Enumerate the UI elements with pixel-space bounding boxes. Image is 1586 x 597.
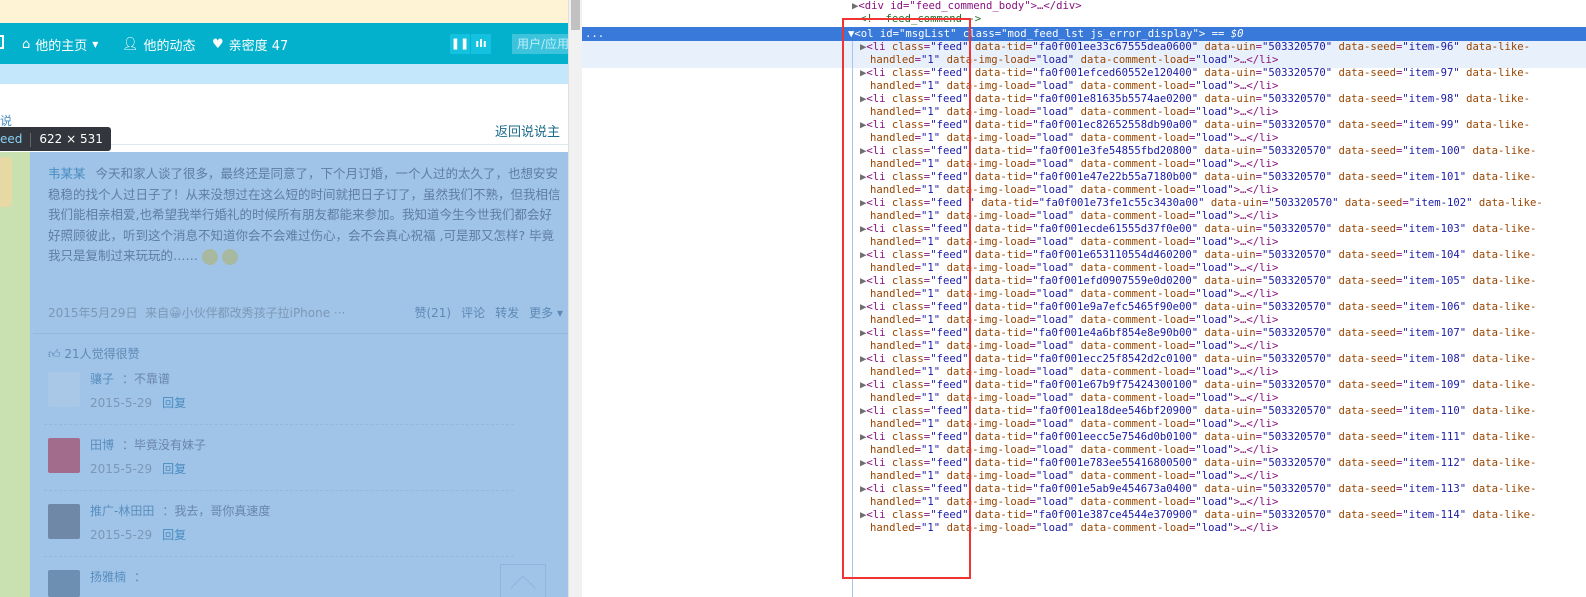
back-to-top-button[interactable] [500, 564, 546, 597]
post-source[interactable]: 来自😀小伙伴都改秀孩子拉iPhone ··· [145, 306, 345, 320]
stats-icon[interactable]: ılı [471, 34, 491, 54]
reply-link[interactable]: 回复 [162, 528, 186, 542]
user-icon: 👤︎ [122, 37, 139, 52]
comment-item: 田博 ：毕竟没有妹子 2015-5-29 回复 [44, 438, 528, 491]
post-date: 2015年5月29日 [48, 306, 138, 320]
inspector-tooltip: eed 622 × 531 [0, 127, 111, 151]
dom-node-feed-commend-body[interactable]: ▶<div id="feed_commend_body">…</div> [852, 0, 1082, 13]
pause-icon[interactable]: ❚❚ [450, 34, 470, 54]
sub-banner [0, 64, 568, 84]
comment-user[interactable]: 推广-林田田 [90, 504, 154, 518]
comment-date: 2015-5-29 [90, 396, 153, 410]
top-banner [0, 0, 568, 23]
devtools-elements-panel: ▶<div id="feed_commend_body">…</div> <!-… [582, 0, 1586, 597]
comment-date: 2015-5-29 [90, 462, 153, 476]
comment-item: 推广-林田田 ：我去，哥你真速度 2015-5-29 回复 [44, 504, 528, 557]
divider [44, 556, 514, 557]
post-content: 韦某某 今天和家人谈了很多，最终还是同意了，下个月订婚，一个人过的太久了，也想安安… [48, 164, 563, 267]
post-meta: 2015年5月29日 来自😀小伙伴都改秀孩子拉iPhone ··· 赞(21) 评… [48, 304, 563, 321]
chevron-up-icon [510, 575, 536, 597]
avatar[interactable] [0, 157, 12, 207]
comment-user[interactable]: 田博 [90, 438, 114, 452]
reply-link[interactable]: 回复 [162, 462, 186, 476]
comment-item: 扬雅楠 ： [48, 570, 528, 597]
nav-feed[interactable]: 👤︎ 他的动态 [122, 35, 196, 54]
laugh-emoji-icon [202, 248, 219, 265]
reply-link[interactable]: 回复 [162, 396, 186, 410]
nav-icon-partial [0, 35, 4, 49]
comment-text: ：我去，哥你真速度 [162, 504, 271, 518]
like-button[interactable]: 赞(21) [414, 306, 451, 320]
avatar[interactable] [48, 570, 80, 597]
comment-item: 骧子 ：不靠谱 2015-5-29 回复 [44, 372, 528, 425]
ellipsis-menu[interactable]: ... [585, 28, 604, 41]
comment-text: ：毕竟没有妹子 [122, 438, 207, 452]
webpage-viewport: ⌂ 他的主页 ▼ 👤︎ 他的动态 ♥ 亲密度 47 ❚❚ ılı 用户/应用 说 返回说… [0, 0, 568, 597]
more-button[interactable]: 更多 ▾ [529, 306, 563, 320]
thumbs-up-icon: 👍︎ [48, 347, 61, 361]
comment-date: 2015-5-29 [90, 528, 153, 542]
avatar[interactable] [48, 504, 80, 539]
caret-down-icon: ▼ [92, 40, 99, 49]
avatar-column [0, 152, 30, 597]
nav-intimacy[interactable]: ♥ 亲密度 47 [212, 35, 288, 54]
divider [44, 490, 514, 491]
scrollbar-thumb[interactable] [571, 0, 580, 30]
avatar[interactable] [48, 438, 80, 473]
divider [33, 333, 568, 334]
forward-button[interactable]: 转发 [495, 306, 519, 320]
likes-summary[interactable]: 👍︎ 21人觉得很赞 [48, 345, 140, 362]
post-text: 今天和家人谈了很多，最终还是同意了，下个月订婚，一个人过的太久了，也想安安稳稳的… [48, 166, 561, 263]
nav-home[interactable]: ⌂ 他的主页 ▼ [22, 35, 98, 54]
home-icon: ⌂ [22, 37, 31, 52]
comment-button[interactable]: 评论 [461, 306, 485, 320]
comment-user[interactable]: 扬雅楠 [90, 570, 126, 584]
laugh-emoji-icon [222, 248, 239, 265]
post-author[interactable]: 韦某某 [48, 166, 86, 181]
avatar[interactable] [48, 372, 80, 407]
heart-icon: ♥ [212, 37, 224, 52]
comment-text: ：不靠谱 [122, 372, 171, 386]
nav-bar: ⌂ 他的主页 ▼ 👤︎ 他的动态 ♥ 亲密度 47 ❚❚ ılı 用户/应用 [0, 23, 568, 64]
divider [44, 424, 514, 425]
annotation-red-box [842, 18, 971, 579]
back-link[interactable]: 返回说说主 [495, 121, 560, 140]
search-input[interactable]: 用户/应用 [512, 34, 568, 54]
page-scrollbar[interactable] [568, 0, 582, 597]
comment-text: ： [134, 570, 147, 584]
comment-user[interactable]: 骧子 [90, 372, 114, 386]
